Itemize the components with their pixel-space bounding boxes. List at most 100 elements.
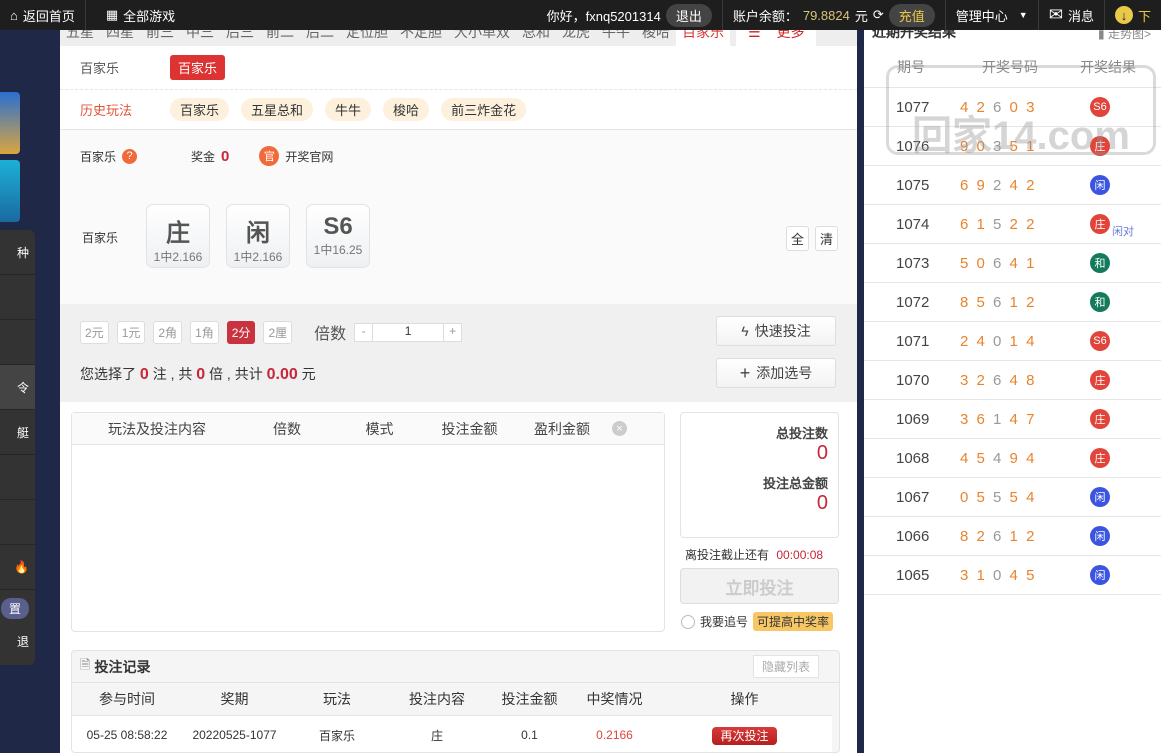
game-banner[interactable] [0, 92, 20, 154]
chase-label: 我要追号 [700, 615, 749, 629]
play-group-row: 百家乐 百家乐 [60, 46, 857, 90]
admin-menu[interactable]: 管理中心 ▼ [946, 6, 1038, 25]
recharge-button[interactable]: 充值 [888, 3, 935, 27]
history-chip[interactable]: 梭哈 [383, 98, 430, 121]
sidebar-item[interactable]: 置 [0, 590, 35, 626]
hide-list-button[interactable]: 隐藏列表 [752, 655, 819, 678]
deadline-label: 离投注截止还有 [685, 548, 770, 562]
issue-number: 1073 [896, 254, 930, 272]
increase-button[interactable]: + [443, 323, 461, 341]
draw-digit: 0 [1009, 98, 1020, 116]
caret-down-icon: ▼ [1018, 10, 1028, 20]
multiplier-input[interactable]: 1 [373, 324, 443, 341]
decrease-button[interactable]: - [355, 323, 374, 341]
help-icon[interactable]: ? [122, 148, 138, 164]
sidebar-item[interactable] [0, 455, 35, 500]
bet-ball-banker[interactable]: 庄 1中2.166 [146, 204, 210, 268]
draw-numbers: 8 2 6 1 2 [960, 528, 1090, 545]
sidebar-item[interactable]: 种 [0, 230, 35, 275]
issue-number: 1071 [896, 332, 930, 350]
draw-digit: 1 [993, 410, 1004, 428]
draw-digit: 7 [1026, 410, 1037, 428]
quick-bet-label: 快速投注 [754, 323, 811, 339]
rebet-button[interactable]: 再次投注 [712, 726, 777, 745]
records-header: 🗎 投注记录 隐藏列表 [72, 651, 839, 683]
draw-digit: 4 [1009, 176, 1020, 194]
sidebar-item[interactable]: 艇 [0, 410, 35, 455]
history-chip[interactable]: 五星总和 [241, 98, 314, 121]
history-chip[interactable]: 前三炸金花 [441, 98, 527, 121]
draw-digit: 0 [993, 566, 1004, 584]
bet-controls: 2元 1元 2角 1角 2分 2厘 倍数 - 1 + 您选择了 0 注 , 共 0 倍 ,… [60, 304, 857, 402]
results-row: 1065 3 1 0 4 5闲 [864, 556, 1161, 595]
logout-button[interactable]: 退出 [665, 3, 712, 27]
submit-bet-button[interactable]: 立即投注 [680, 568, 839, 604]
clear-button[interactable]: 清 [815, 226, 839, 251]
home-link[interactable]: ⌂ 返回首页 [0, 6, 85, 25]
draw-digit: 2 [1009, 215, 1020, 233]
draw-numbers: 3 2 6 4 8 [960, 372, 1090, 389]
download-link[interactable]: ↓ 下 [1105, 6, 1161, 25]
chase-radio[interactable] [681, 614, 695, 629]
grid-icon: ▦ [105, 7, 119, 22]
chase-tip-badge: 可提高中奖率 [753, 612, 834, 631]
clear-cart-icon[interactable]: × [612, 421, 627, 436]
multiplier-stepper: - 1 + [354, 322, 463, 342]
results-row: 1067 0 5 5 5 4闲 [864, 478, 1161, 517]
add-selection-button[interactable]: + 添加选号 [716, 358, 836, 388]
draw-digit: 1 [1009, 332, 1020, 350]
draw-numbers: 3 6 1 4 7 [960, 411, 1090, 428]
records-table: 参与时间 奖期 玩法 投注内容 投注金额 中奖情况 操作 05-25 08:58… [72, 683, 832, 752]
draw-digit: 0 [993, 332, 1004, 350]
draw-digit: 8 [960, 293, 971, 311]
results-row: 1077 4 2 6 0 3 S6 [864, 88, 1161, 127]
official-site-link[interactable]: 开奖官网 [285, 148, 333, 165]
sidebar-item[interactable] [0, 320, 35, 365]
unit-option[interactable]: 1元 [116, 320, 146, 344]
draw-digit: 2 [1026, 215, 1037, 233]
quick-bet-button[interactable]: ϟ 快速投注 [716, 316, 836, 346]
sidebar-item[interactable] [0, 500, 35, 545]
game-banner[interactable] [0, 160, 20, 222]
issue-number: 1068 [896, 449, 930, 467]
history-chip[interactable]: 牛牛 [325, 98, 372, 121]
results-row: 1074 6 1 5 2 2 庄闲对 [864, 205, 1161, 244]
unit-option[interactable]: 1角 [190, 320, 219, 344]
unit-option[interactable]: 2角 [153, 320, 183, 344]
selection-summary: 您选择了 0 注 , 共 0 倍 , 共计 0.00 元 [80, 364, 316, 384]
issue-number: 1072 [896, 293, 930, 311]
messages-link[interactable]: ✉ 消息 [1039, 5, 1104, 25]
bet-records: 🗎 投注记录 隐藏列表 参与时间 奖期 玩法 投注内容 投注金额 中奖情况 操作… [71, 650, 840, 753]
draw-digit: 6 [960, 215, 971, 233]
summary-mult: 0 [196, 366, 206, 383]
draw-digit: 5 [1009, 137, 1020, 155]
unit-option[interactable]: 2元 [80, 320, 109, 344]
result-badge: 闲 [1090, 526, 1110, 546]
play-name: 百家乐 [80, 149, 117, 164]
results-row: 1068 4 5 4 9 4庄 [864, 439, 1161, 478]
deadline-timer: 00:00:08 [776, 548, 824, 562]
unit-option[interactable]: 2厘 [263, 320, 293, 344]
history-chip[interactable]: 百家乐 [170, 98, 230, 121]
prize-label: 奖金 [191, 149, 216, 164]
all-games-link[interactable]: ▦ 全部游戏 [86, 6, 185, 25]
draw-digit: 0 [976, 137, 987, 155]
bet-ball-player[interactable]: 闲 1中2.166 [226, 204, 290, 268]
draw-digit: 8 [960, 527, 971, 545]
select-all-button[interactable]: 全 [786, 226, 810, 251]
bet-ball-s6[interactable]: S6 1中16.25 [306, 204, 370, 268]
sidebar-item[interactable]: 🔥 [0, 545, 35, 590]
sidebar-item[interactable]: 令 [0, 365, 35, 410]
official-icon: 官 [259, 146, 280, 166]
download-label: 下 [1137, 8, 1151, 24]
unit-option-selected[interactable]: 2分 [226, 320, 256, 344]
refresh-icon[interactable]: ⟳ [873, 7, 884, 23]
table-row: 05-25 08:58:22 20220525-1077 百家乐 庄 0.1 0… [72, 715, 832, 752]
sidebar-item[interactable] [0, 275, 35, 320]
draw-digit: 3 [993, 137, 1004, 155]
draw-digit: 2 [960, 332, 971, 350]
issue-number: 1074 [896, 215, 930, 233]
group-option-active[interactable]: 百家乐 [170, 55, 226, 80]
sidebar-item[interactable]: 退 [0, 626, 35, 656]
draw-digit: 8 [1026, 371, 1037, 389]
